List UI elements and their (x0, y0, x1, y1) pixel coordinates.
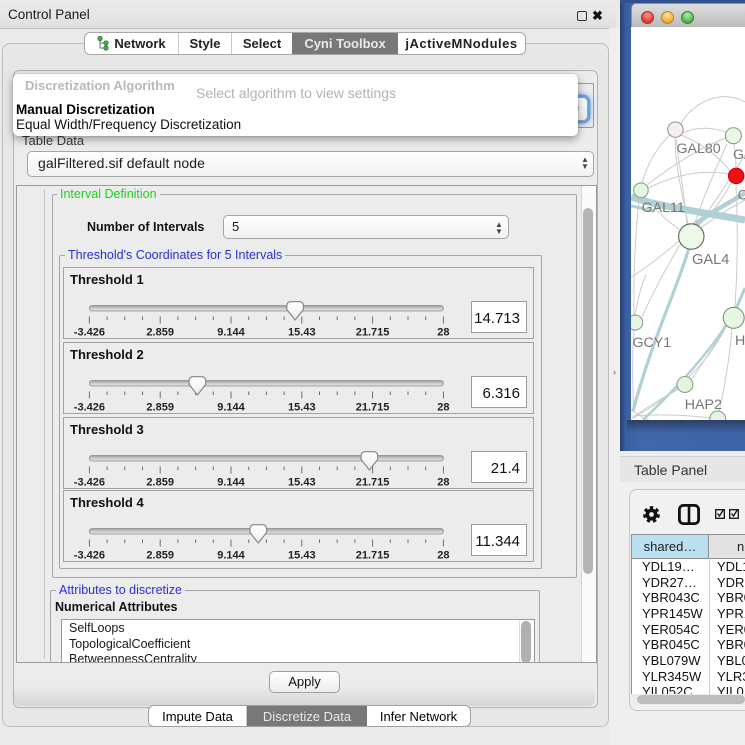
svg-text:HAP2: HAP2 (685, 397, 722, 413)
svg-text:GA: GA (733, 147, 745, 163)
svg-text:-3.426: -3.426 (74, 477, 105, 489)
svg-text:2.859: 2.859 (146, 327, 174, 339)
svg-text:2.859: 2.859 (146, 550, 174, 562)
svg-text:28: 28 (437, 550, 449, 562)
svg-text:28: 28 (437, 327, 449, 339)
svg-text:21.715: 21.715 (356, 550, 390, 562)
svg-text:GAL4: GAL4 (692, 252, 729, 268)
svg-text:15.43: 15.43 (288, 327, 316, 339)
svg-text:-3.426: -3.426 (74, 402, 105, 414)
svg-text:2.859: 2.859 (146, 477, 174, 489)
svg-text:21.715: 21.715 (356, 402, 390, 414)
svg-text:28: 28 (437, 477, 449, 489)
svg-text:28: 28 (437, 402, 449, 414)
svg-text:2.859: 2.859 (146, 402, 174, 414)
svg-text:HA: HA (735, 333, 745, 349)
svg-text:9.144: 9.144 (217, 402, 245, 414)
svg-text:9.144: 9.144 (217, 327, 245, 339)
svg-text:-3.426: -3.426 (74, 550, 105, 562)
svg-text:9.144: 9.144 (217, 477, 245, 489)
svg-text:GCY1: GCY1 (633, 335, 672, 351)
svg-text:GAL11: GAL11 (642, 200, 685, 216)
svg-text:15.43: 15.43 (288, 550, 316, 562)
svg-text:15.43: 15.43 (288, 402, 316, 414)
svg-text:-3.426: -3.426 (74, 327, 105, 339)
svg-text:GAL80: GAL80 (677, 141, 721, 157)
svg-text:21.715: 21.715 (356, 327, 390, 339)
svg-text:21.715: 21.715 (356, 477, 390, 489)
svg-text:CD: CD (738, 188, 745, 204)
svg-text:15.43: 15.43 (288, 477, 316, 489)
svg-text:9.144: 9.144 (217, 550, 245, 562)
